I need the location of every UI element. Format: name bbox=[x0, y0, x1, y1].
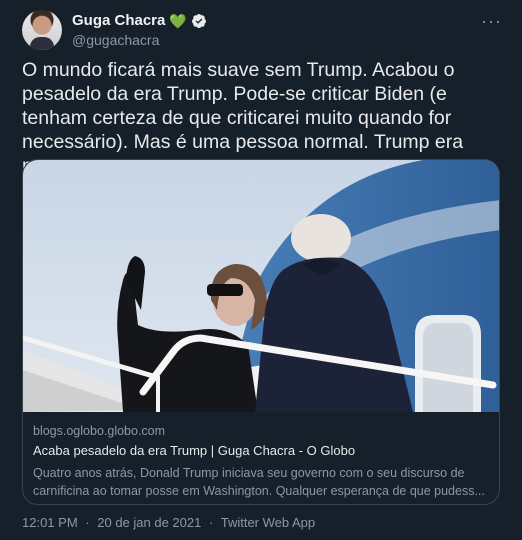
tweet-header: Guga Chacra 💚 @gugachacra ··· bbox=[22, 10, 502, 50]
card-image bbox=[23, 160, 499, 412]
footer-separator: · bbox=[85, 515, 90, 530]
green-heart-icon: 💚 bbox=[169, 12, 187, 29]
card-title: Acaba pesadelo da era Trump | Guga Chacr… bbox=[33, 443, 356, 458]
footer-separator-2: · bbox=[208, 515, 214, 530]
tweet-date[interactable]: 20 de jan de 2021 bbox=[97, 515, 201, 530]
verified-check-icon bbox=[191, 13, 206, 28]
card-domain: blogs.oglobo.globo.com bbox=[33, 424, 166, 438]
tweet-source[interactable]: Twitter Web App bbox=[221, 515, 315, 530]
display-name-row: Guga Chacra 💚 bbox=[72, 11, 207, 30]
link-card[interactable]: blogs.oglobo.globo.com Acaba pesadelo da… bbox=[22, 159, 500, 505]
tweet-footer: 12:01 PM · 20 de jan de 2021 · Twitter W… bbox=[22, 515, 319, 530]
tweet-time[interactable]: 12:01 PM bbox=[22, 515, 78, 530]
author-names: Guga Chacra 💚 @gugachacra bbox=[72, 11, 207, 48]
avatar[interactable] bbox=[22, 10, 62, 50]
card-meta: blogs.oglobo.globo.com Acaba pesadelo da… bbox=[33, 424, 493, 500]
handle[interactable]: @gugachacra bbox=[72, 32, 207, 48]
more-options-icon[interactable]: ··· bbox=[481, 12, 502, 30]
tweet: Guga Chacra 💚 @gugachacra ··· O mundo fi… bbox=[0, 0, 522, 540]
card-description: Quatro anos atrás, Donald Trump iniciava… bbox=[33, 466, 485, 498]
display-name[interactable]: Guga Chacra bbox=[72, 12, 165, 29]
